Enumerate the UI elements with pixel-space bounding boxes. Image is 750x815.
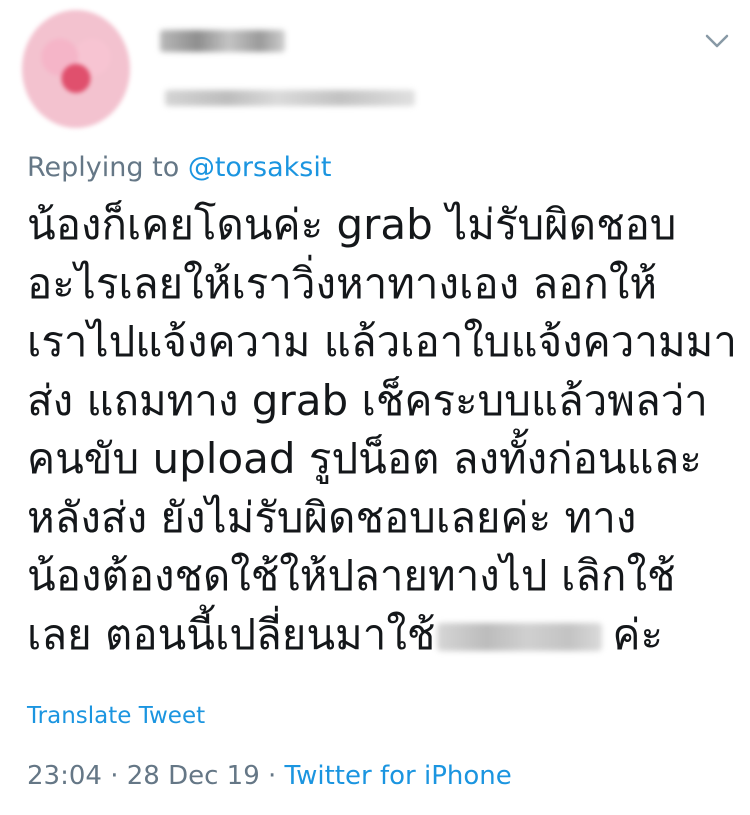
replying-to-line: Replying to @torsaksit <box>27 152 331 183</box>
tweet-line: อะไรเลยให้เราวิ่งหาทางเอง ลอกให้ <box>27 258 658 308</box>
tweet-line: หลังส่ง ยังไม่รับผิดชอบเลยค่ะ ทาง <box>27 492 637 542</box>
tweet-line: เราไปแจ้งความ แล้วเอาใบแจ้งความมา <box>27 317 737 366</box>
tweet-line: คนขับ upload รูปน็อต ลงทั้งก่อนและ <box>27 434 702 483</box>
tweet-line-suffix: ค่ะ <box>612 609 663 659</box>
separator: · <box>259 761 285 791</box>
mention-link[interactable]: @torsaksit <box>188 152 332 183</box>
tweet-time[interactable]: 23:04 <box>27 761 102 791</box>
replying-to-label: Replying to <box>27 152 180 183</box>
separator: · <box>101 761 127 791</box>
handle-redacted <box>165 90 415 106</box>
tweet-card: Replying to @torsaksit น้องก็เคยโดนค่ะ g… <box>0 0 750 815</box>
tweet-date[interactable]: 28 Dec 19 <box>127 761 260 791</box>
display-name-redacted[interactable] <box>160 30 285 52</box>
translate-tweet-link[interactable]: Translate Tweet <box>27 703 205 729</box>
redacted-brand <box>437 623 603 651</box>
tweet-meta: 23:04 · 28 Dec 19 · Twitter for iPhone <box>27 761 512 791</box>
tweet-line: น้องต้องชดใช้ให้ปลายทางไป เลิกใช้ <box>27 551 676 600</box>
tweet-source-link[interactable]: Twitter for iPhone <box>285 761 512 791</box>
tweet-text: น้องก็เคยโดนค่ะ grab ไม่รับผิดชอบ อะไรเล… <box>27 196 737 665</box>
tweet-line: น้องก็เคยโดนค่ะ grab ไม่รับผิดชอบ <box>27 200 677 249</box>
tweet-line: ส่ง แถมทาง grab เช็คระบบแล้วพลว่า <box>27 375 708 425</box>
chevron-down-icon[interactable] <box>704 32 730 50</box>
tweet-line-last: เลย ตอนนี้เปลี่ยนมาใช้ ค่ะ <box>27 606 727 665</box>
tweet-line-text: เลย ตอนนี้เปลี่ยนมาใช้ <box>27 609 436 659</box>
avatar[interactable] <box>22 10 130 128</box>
